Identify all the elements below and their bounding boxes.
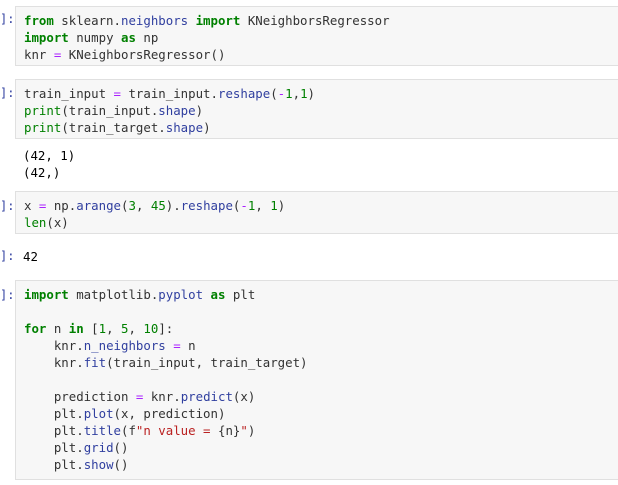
- code-cell-4[interactable]: import matplotlib.pyplot as plt for n in…: [15, 280, 618, 480]
- code-cell-3[interactable]: x = np.arange(3, 45).reshape(-1, 1) len(…: [15, 191, 618, 234]
- code-cell-2-source: train_input = train_input.reshape(-1,1) …: [24, 86, 316, 135]
- cell-3-output: 42: [23, 248, 38, 265]
- cell-3-prompt: ]:: [0, 199, 15, 213]
- cell-4-prompt: ]:: [0, 288, 15, 302]
- cell-2-output: (42, 1) (42,): [23, 147, 75, 181]
- cell-1-prompt: ]:: [0, 12, 15, 26]
- code-cell-1[interactable]: from sklearn.neighbors import KNeighbors…: [15, 6, 618, 66]
- cell-3-output-prompt: ]:: [0, 249, 15, 263]
- output-line-2: (42,): [23, 165, 61, 180]
- code-cell-2[interactable]: train_input = train_input.reshape(-1,1) …: [15, 79, 618, 139]
- output-line-1: (42, 1): [23, 148, 76, 163]
- cell-2-prompt: ]:: [0, 86, 15, 100]
- code-cell-3-source: x = np.arange(3, 45).reshape(-1, 1) len(…: [24, 198, 286, 230]
- code-cell-4-source: import matplotlib.pyplot as plt for n in…: [24, 287, 308, 472]
- output-value: 42: [23, 249, 38, 264]
- code-cell-1-source: from sklearn.neighbors import KNeighbors…: [24, 13, 390, 62]
